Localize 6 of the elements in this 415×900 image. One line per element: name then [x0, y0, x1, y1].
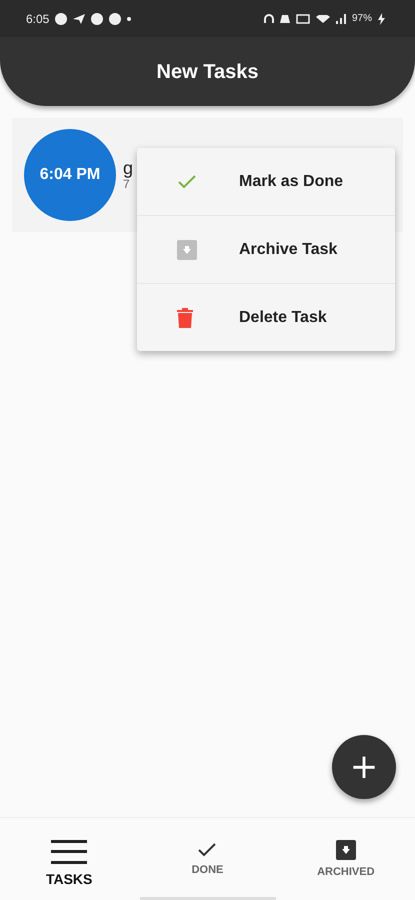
task-time: 6:04 PM [24, 129, 116, 221]
status-time: 6:05 [26, 12, 50, 26]
battery-percent: 97% [352, 13, 372, 24]
task-title: g [123, 159, 134, 177]
screen-title: New Tasks [156, 60, 258, 84]
task-subtitle: 7 [123, 177, 130, 191]
